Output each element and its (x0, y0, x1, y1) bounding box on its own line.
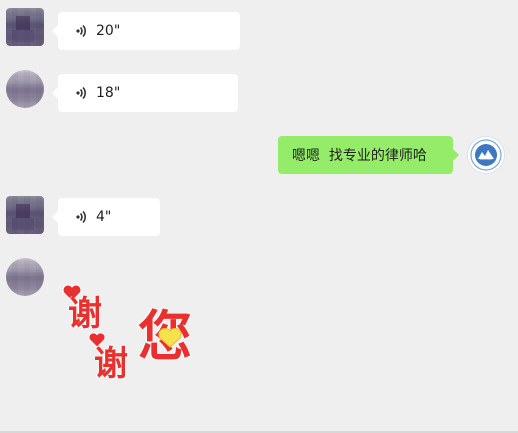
voice-duration: 4" (96, 209, 112, 225)
contact-avatar[interactable] (6, 70, 44, 108)
sticker-char: 谢 (68, 294, 102, 334)
voice-wave-icon (76, 210, 86, 224)
voice-wave-icon (76, 86, 86, 100)
voice-message-bubble[interactable]: 4" (52, 198, 160, 236)
thank-you-sticker[interactable]: 谢 谢 您 (62, 282, 202, 384)
contact-avatar[interactable] (6, 196, 44, 234)
heart-icon (158, 328, 182, 348)
contact-avatar[interactable] (6, 8, 44, 46)
message-text: 嗯嗯 找专业的律师哈 (292, 148, 427, 164)
user-avatar[interactable] (467, 136, 505, 174)
chat-window: 20" 18" 嗯嗯 找专业的律师哈 4" 谢 谢 (0, 0, 518, 433)
sticker-char: 谢 (94, 344, 128, 384)
voice-wave-icon (76, 24, 86, 38)
contact-avatar[interactable] (6, 258, 44, 296)
voice-message-bubble[interactable]: 18" (52, 74, 238, 112)
law-firm-logo-icon (469, 138, 503, 172)
text-message-bubble[interactable]: 嗯嗯 找专业的律师哈 (278, 136, 459, 174)
voice-duration: 20" (96, 23, 121, 39)
voice-duration: 18" (96, 85, 121, 101)
voice-message-bubble[interactable]: 20" (52, 12, 240, 50)
